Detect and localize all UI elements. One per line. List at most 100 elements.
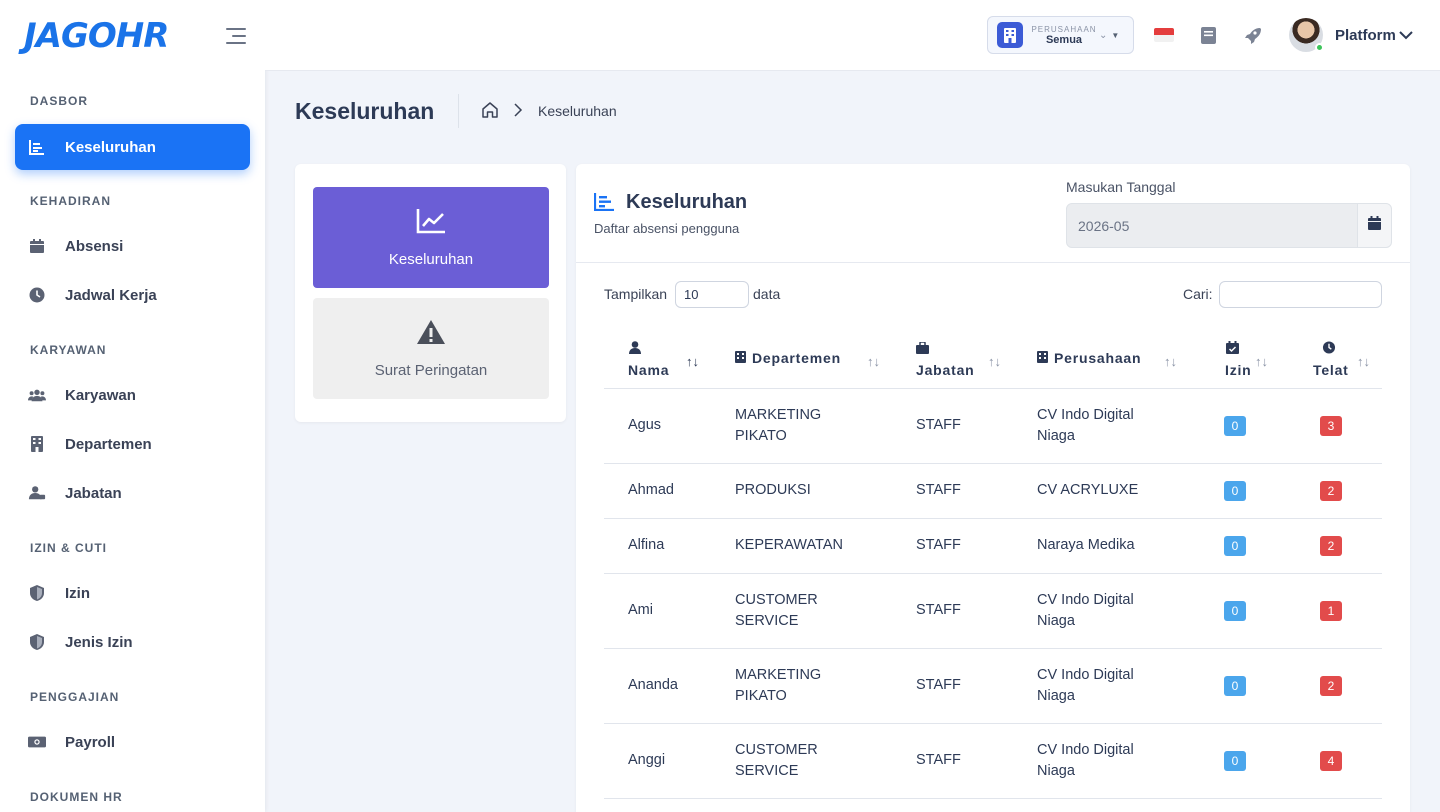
sort-icon[interactable]: ↑↓: [686, 354, 699, 369]
sidebar-item-jabatan[interactable]: Jabatan: [15, 470, 250, 516]
sort-icon[interactable]: ↑↓: [1357, 354, 1370, 369]
sidebar-item-keseluruhan[interactable]: Keseluruhan: [15, 124, 250, 170]
cell-nama: Ami: [628, 602, 653, 618]
cell-nama: Ahmad: [628, 482, 674, 498]
telat-badge: 2: [1320, 481, 1342, 501]
cell-jabatan: STAFF: [916, 752, 961, 768]
column-label: Departemen: [752, 350, 841, 366]
page-size-input[interactable]: 10: [675, 281, 749, 308]
tile-surat-peringatan[interactable]: Surat Peringatan: [313, 298, 549, 399]
sidebar-item-label: Jadwal Kerja: [65, 286, 157, 304]
table-row[interactable]: Ananda MARKETING PIKATO STAFF CV Indo Dig…: [604, 649, 1382, 724]
column-header-izin[interactable]: Izin: [1225, 341, 1252, 378]
user-name[interactable]: Platform: [1335, 27, 1396, 44]
tile-label: Keseluruhan: [388, 250, 474, 268]
cell-nama: Anggi: [628, 752, 666, 768]
cell-perusahaan: CV Indo Digital Niaga: [1037, 742, 1134, 779]
rocket-icon[interactable]: [1242, 25, 1262, 45]
cell-jabatan: STAFF: [916, 417, 961, 433]
building-icon: [1037, 350, 1048, 366]
calendar-check-icon: [1226, 341, 1239, 357]
telat-badge: 4: [1320, 751, 1342, 771]
sort-icon[interactable]: ↑↓: [988, 354, 1001, 369]
section-label-dokumen-hr: DOKUMEN HR: [30, 790, 123, 804]
calendar-icon: [1368, 216, 1381, 235]
page-size-suffix: data: [753, 286, 781, 302]
telat-badge: 2: [1320, 676, 1342, 696]
sidebar-item-label: Karyawan: [65, 386, 136, 404]
column-header-perusahaan[interactable]: Perusahaan: [1037, 350, 1141, 366]
chevron-down-icon[interactable]: [1399, 26, 1413, 49]
column-label: Jabatan: [916, 362, 975, 378]
izin-badge: 0: [1224, 536, 1246, 556]
indonesia-flag-icon[interactable]: [1154, 28, 1174, 42]
cell-nama: Alfina: [628, 537, 665, 553]
section-label-dasbor: DASBOR: [30, 94, 89, 108]
sidebar-item-departemen[interactable]: Departemen: [15, 421, 250, 467]
user-avatar[interactable]: [1289, 18, 1324, 52]
search-label: Cari:: [1183, 286, 1213, 302]
menu-toggle-icon[interactable]: [226, 28, 246, 49]
section-label-penggajian: PENGGAJIAN: [30, 690, 120, 704]
table-row[interactable]: Agus MARKETING PIKATO STAFF CV Indo Digit…: [604, 389, 1382, 464]
date-label: Masukan Tanggal: [1066, 179, 1176, 195]
cell-perusahaan: CV Indo Digital Niaga: [1037, 407, 1134, 444]
month-input[interactable]: 2026-05: [1066, 203, 1358, 248]
column-header-nama[interactable]: Nama: [628, 341, 669, 378]
cell-departemen: MARKETING PIKATO: [735, 667, 822, 704]
sort-icon[interactable]: ↑↓: [1164, 354, 1177, 369]
briefcase-icon: [916, 341, 929, 357]
calendar-button[interactable]: [1357, 203, 1392, 248]
izin-badge: 0: [1224, 601, 1246, 621]
telat-badge: 1: [1320, 601, 1342, 621]
section-label-karyawan: KARYAWAN: [30, 343, 107, 357]
table-header: Nama ↑↓ Departemen ↑↓ Jabatan ↑↓ Perusah…: [604, 324, 1382, 389]
sidebar-item-label: Absensi: [65, 237, 124, 255]
sidebar-item-absensi[interactable]: Absensi: [15, 223, 250, 269]
tile-keseluruhan[interactable]: Keseluruhan: [313, 187, 549, 288]
card-header: Keseluruhan Daftar absensi pengguna Masu…: [576, 164, 1410, 263]
sidebar-item-label: Izin: [65, 584, 90, 602]
search-input[interactable]: [1219, 281, 1382, 308]
sort-icon[interactable]: ↑↓: [1255, 354, 1268, 369]
divider: [458, 94, 459, 128]
sidebar-item-jenis-izin[interactable]: Jenis Izin: [15, 619, 250, 665]
column-label: Nama: [628, 362, 670, 378]
column-header-jabatan[interactable]: Jabatan: [916, 341, 975, 378]
user-icon: [629, 341, 641, 357]
column-header-telat[interactable]: Telat: [1313, 341, 1349, 378]
shield-icon: [28, 584, 46, 602]
cell-departemen: CUSTOMER SERVICE: [735, 742, 818, 779]
sort-icon[interactable]: ↑↓: [867, 354, 880, 369]
home-icon[interactable]: [481, 101, 499, 124]
cell-nama: Agus: [628, 417, 662, 433]
shield-icon: [28, 633, 46, 651]
table-row[interactable]: Ami CUSTOMER SERVICE STAFF CV Indo Digita…: [604, 574, 1382, 649]
telat-badge: 3: [1320, 416, 1342, 436]
building-icon: [735, 350, 746, 366]
telat-badge: 2: [1320, 536, 1342, 556]
sidebar-item-jadwal-kerja[interactable]: Jadwal Kerja: [15, 272, 250, 318]
table-row[interactable]: Ahmad PRODUKSI STAFF CV ACRYLUXE 0 2: [604, 464, 1382, 519]
sidebar-item-karyawan[interactable]: Karyawan: [15, 372, 250, 418]
sidebar-item-label: Payroll: [65, 733, 116, 751]
cell-perusahaan: CV ACRYLUXE: [1037, 482, 1139, 498]
book-icon[interactable]: [1198, 25, 1218, 45]
column-header-departemen[interactable]: Departemen: [735, 350, 841, 366]
company-select[interactable]: PERUSAHAAN Semua ⌄ ▼: [987, 16, 1134, 54]
table-row[interactable]: Alfina KEPERAWATAN STAFF Naraya Medika 0…: [604, 519, 1382, 574]
company-value: Semua: [1045, 33, 1083, 46]
sidebar-item-payroll[interactable]: Payroll: [15, 719, 250, 765]
cell-departemen: MARKETING PIKATO: [735, 407, 822, 444]
online-status-dot: [1315, 43, 1324, 52]
jagohr-logo[interactable]: JAGOHR: [24, 16, 169, 56]
cell-jabatan: STAFF: [916, 602, 961, 618]
calendar-icon: [28, 237, 46, 255]
cell-jabatan: STAFF: [916, 537, 961, 553]
bar-chart-icon: [593, 193, 614, 216]
line-chart-icon: [416, 208, 446, 239]
table-row[interactable]: Anggi CUSTOMER SERVICE STAFF CV Indo Digi…: [604, 724, 1382, 799]
sidebar-item-izin[interactable]: Izin: [15, 570, 250, 616]
clock-icon: [28, 286, 46, 304]
izin-badge: 0: [1224, 676, 1246, 696]
